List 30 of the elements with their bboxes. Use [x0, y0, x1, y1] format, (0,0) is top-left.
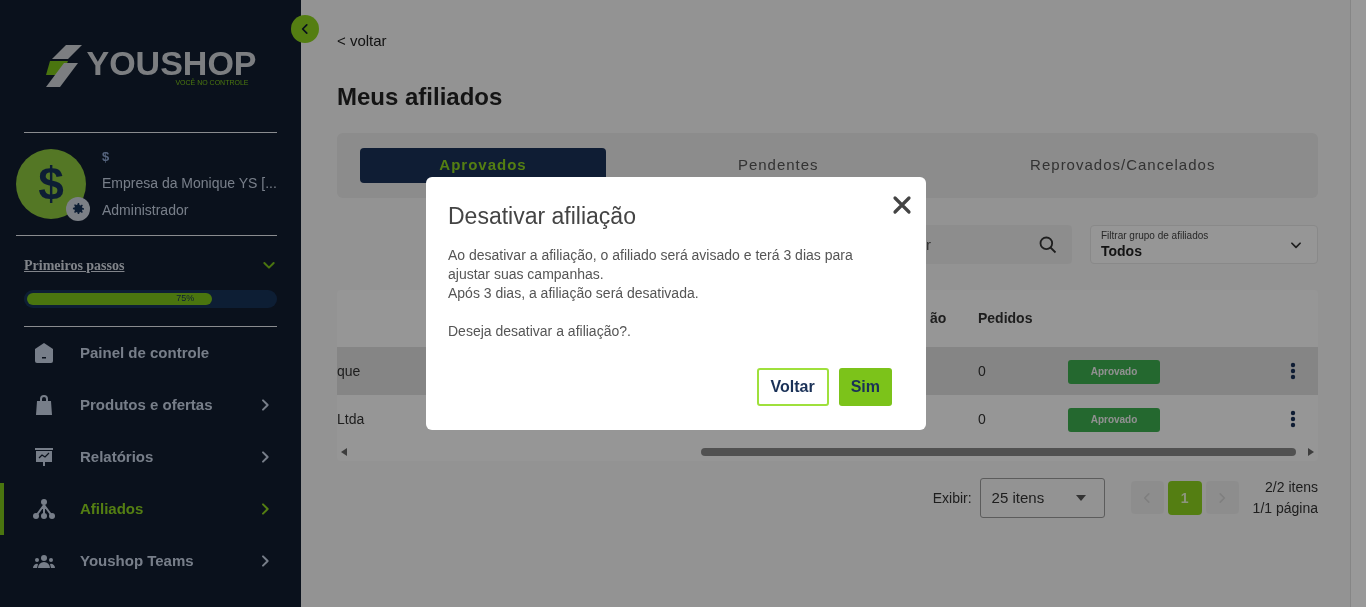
avatar-symbol: $	[38, 161, 64, 207]
select-value: Todos	[1101, 241, 1143, 260]
select-label: Filtrar grupo de afiliados	[1101, 229, 1210, 242]
progress-label: 75%	[176, 291, 195, 305]
column-header: Pedidos	[978, 309, 1034, 328]
account-symbol: $	[102, 148, 111, 167]
menu-label: Painel de controle	[80, 342, 211, 363]
user-role: Administrador	[102, 200, 190, 220]
menu-label: Relatórios	[80, 446, 155, 467]
dialog-text: Deseja desativar a afiliação?.	[448, 321, 632, 341]
company-name: Empresa da Monique YS [...	[102, 173, 277, 193]
page-size-value: 25 itens	[991, 487, 1046, 508]
status-badge: Aprovado	[1068, 407, 1160, 432]
logo-text: YOUSHOP	[86, 45, 257, 81]
table-cell-text: 0	[978, 361, 987, 381]
dialog-text: Após 3 dias, a afiliação será desativada.	[448, 283, 700, 303]
page-title: Meus afiliados	[337, 82, 504, 112]
items-count: 2/2 itens	[1265, 478, 1318, 497]
menu-label: Produtos e ofertas	[80, 394, 214, 415]
page-count: 1/1 página	[1252, 499, 1318, 518]
dialog-title: Desativar afiliação	[448, 202, 636, 231]
status-badge: Aprovado	[1068, 359, 1160, 384]
table-cell-text: 0	[978, 409, 987, 429]
dialog-text: Ao desativar a afiliação, o afiliado será avisado e terá 3 dias para ajustar suas campanhas.	[448, 245, 854, 284]
menu-label: Afiliados	[80, 498, 145, 519]
table-cell: que	[337, 363, 361, 379]
column-header: ão	[929, 309, 948, 328]
table-cell: Ltda	[337, 411, 365, 427]
page-size-label: Exibir:	[932, 488, 972, 508]
menu-label: Youshop Teams	[80, 550, 195, 571]
